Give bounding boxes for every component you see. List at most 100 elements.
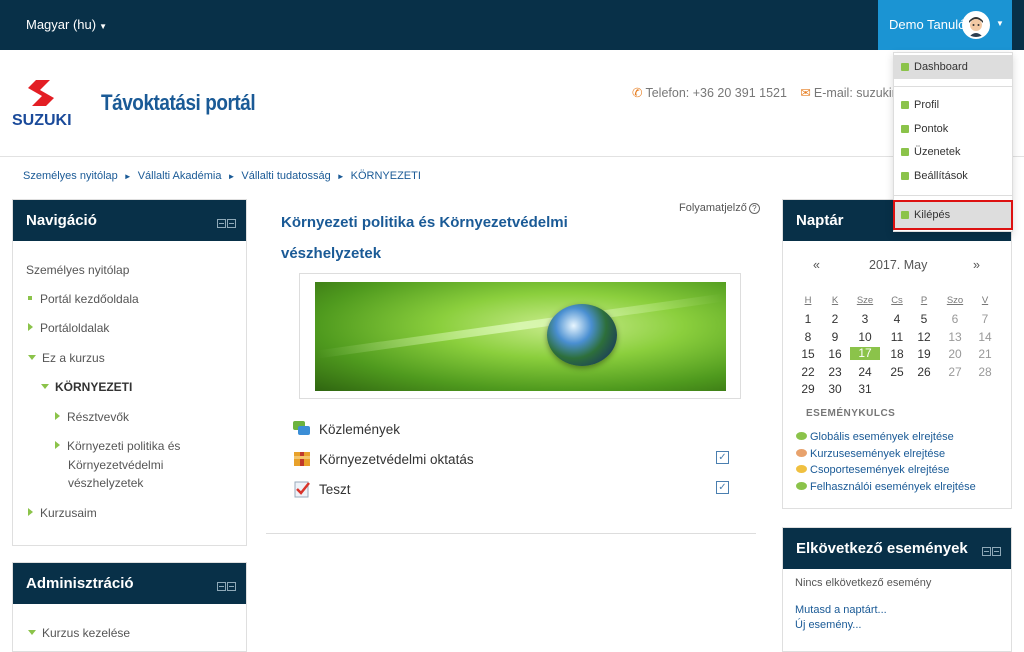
- site-title[interactable]: Távoktatási portál: [101, 90, 256, 116]
- calendar-day[interactable]: 1: [797, 312, 819, 326]
- calendar-day[interactable]: 15: [797, 347, 819, 361]
- block-controls-icon[interactable]: [981, 543, 1001, 556]
- event-toggle-label: Csoportesemények elrejtése: [810, 464, 950, 476]
- calendar-day[interactable]: 31: [854, 382, 876, 396]
- calendar-day[interactable]: 12: [913, 330, 935, 344]
- menu-item-label: Kilépés: [914, 209, 951, 221]
- expand-arrow-icon: [55, 441, 60, 449]
- nav-item-participants[interactable]: Résztvevők: [55, 410, 129, 424]
- breadcrumb-item[interactable]: KÖRNYEZETI: [351, 170, 421, 182]
- language-label: Magyar (hu): [26, 17, 97, 32]
- calendar-day[interactable]: 19: [913, 347, 935, 361]
- calendar-day[interactable]: 27: [944, 365, 966, 379]
- progress-label-text: Folyamatjelző: [679, 202, 747, 214]
- calendar-day[interactable]: 11: [886, 330, 908, 344]
- calendar-day[interactable]: 20: [944, 347, 966, 361]
- logout-icon: [901, 211, 909, 219]
- calendar-day[interactable]: 28: [974, 365, 996, 379]
- event-toggle-label: Kurzusesemények elrejtése: [810, 447, 946, 460]
- menu-item-profile[interactable]: Profil: [894, 93, 1012, 117]
- activity-label: Környezetvédelmi oktatás: [319, 452, 474, 467]
- breadcrumb-item[interactable]: Vállalti tudatosság: [241, 170, 330, 182]
- nav-item-section-line[interactable]: Környezetvédelmi: [68, 458, 163, 472]
- event-toggle-link[interactable]: Felhasználói események elrejtése: [796, 481, 976, 493]
- breadcrumb: Személyes nyitólap ► Vállalti Akadémia ► Vál…: [23, 170, 421, 182]
- menu-item-logout[interactable]: Kilépés: [893, 200, 1013, 230]
- new-event-link[interactable]: Új esemény...: [795, 619, 861, 631]
- activity-package[interactable]: Környezetvédelmi oktatás: [293, 450, 474, 468]
- menu-item-grades[interactable]: Pontok: [894, 117, 1012, 141]
- activity-quiz[interactable]: Teszt: [293, 480, 351, 498]
- calendar-day-today[interactable]: 17: [850, 347, 880, 361]
- calendar-day[interactable]: 21: [974, 347, 996, 361]
- calendar-day[interactable]: 14: [974, 330, 996, 344]
- language-menu[interactable]: Magyar (hu) ▼: [26, 17, 107, 32]
- calendar-day[interactable]: 8: [797, 330, 819, 344]
- event-toggle-link[interactable]: Csoportesemények elrejtése: [796, 464, 949, 476]
- caret-down-icon: ▼: [99, 22, 107, 31]
- calendar-day[interactable]: 13: [944, 330, 966, 344]
- breadcrumb-item[interactable]: Személyes nyitólap: [23, 170, 118, 182]
- avatar: [962, 11, 990, 39]
- package-icon: [293, 450, 311, 468]
- block-controls-icon[interactable]: [216, 215, 236, 228]
- nav-item-section-line[interactable]: vészhelyzetek: [68, 476, 143, 490]
- calendar-day[interactable]: 24: [854, 365, 876, 379]
- suzuki-logo[interactable]: SUZUKI: [12, 78, 86, 130]
- menu-item-messages[interactable]: Üzenetek: [894, 140, 1012, 164]
- menu-item-preferences[interactable]: Beállítások: [894, 164, 1012, 188]
- user-menu-toggle[interactable]: Demo Tanuló ▼: [878, 0, 1012, 50]
- calendar-month-label[interactable]: 2017. May: [869, 258, 927, 272]
- nav-item-site-home[interactable]: Portál kezdőoldala: [28, 292, 139, 306]
- nav-item-section[interactable]: Környezeti politika és: [55, 439, 180, 453]
- nav-item-label: Környezeti politika és: [67, 439, 181, 453]
- calendar-day[interactable]: 18: [886, 347, 908, 361]
- nav-item-my-courses[interactable]: Kurzusaim: [28, 506, 97, 520]
- calendar-day[interactable]: 7: [974, 312, 996, 326]
- calendar-day[interactable]: 22: [797, 365, 819, 379]
- breadcrumb-separator-icon: ►: [227, 172, 236, 181]
- calendar-day[interactable]: 26: [913, 365, 935, 379]
- calendar-prev-button[interactable]: «: [813, 258, 820, 272]
- administration-block-header: Adminisztráció: [13, 563, 246, 604]
- section-divider: [266, 533, 756, 534]
- completion-checkbox[interactable]: ✓: [716, 481, 729, 494]
- calendar-next-button[interactable]: »: [973, 258, 980, 272]
- nav-item-dashboard[interactable]: Személyes nyitólap: [26, 263, 129, 277]
- eye-icon: [796, 448, 807, 457]
- calendar-day[interactable]: 10: [854, 330, 876, 344]
- calendar-day[interactable]: 3: [854, 312, 876, 326]
- event-key-title: ESEMÉNYKULCS: [806, 408, 896, 419]
- nav-item-current-course[interactable]: KÖRNYEZETI: [41, 380, 132, 394]
- calendar-day[interactable]: 6: [944, 312, 966, 326]
- calendar-title: Naptár: [796, 212, 844, 229]
- calendar-day[interactable]: 23: [824, 365, 846, 379]
- calendar-day[interactable]: 16: [824, 347, 846, 361]
- nav-item-site-pages[interactable]: Portáloldalak: [28, 321, 109, 335]
- activity-forum[interactable]: Közlemények: [293, 420, 400, 438]
- nav-item-course-admin[interactable]: Kurzus kezelése: [28, 626, 130, 640]
- top-navbar: Magyar (hu) ▼ Demo Tanuló ▼: [0, 0, 1024, 50]
- menu-item-dashboard[interactable]: Dashboard: [894, 55, 1012, 79]
- go-to-calendar-link[interactable]: Mutasd a naptárt...: [795, 604, 887, 616]
- calendar-day[interactable]: 5: [913, 312, 935, 326]
- breadcrumb-item[interactable]: Vállalti Akadémia: [138, 170, 222, 182]
- block-controls-icon[interactable]: [216, 578, 236, 591]
- calendar-day[interactable]: 9: [824, 330, 846, 344]
- event-toggle-link[interactable]: Globális események elrejtése: [796, 431, 954, 443]
- calendar-weekday: K: [831, 295, 839, 306]
- banner-image: [315, 282, 726, 391]
- event-toggle-link[interactable]: Kurzusesemények elrejtése: [796, 448, 945, 460]
- calendar-day[interactable]: 4: [886, 312, 908, 326]
- calendar-day[interactable]: 2: [824, 312, 846, 326]
- nav-item-label: Kurzus kezelése: [42, 626, 131, 640]
- calendar-day[interactable]: 30: [824, 382, 846, 396]
- calendar-day[interactable]: 29: [797, 382, 819, 396]
- nav-item-this-course[interactable]: Ez a kurzus: [28, 351, 105, 365]
- help-icon[interactable]: ?: [748, 203, 760, 214]
- upcoming-events-block: Elkövetkező események: [782, 527, 1012, 652]
- completion-checkbox[interactable]: ✓: [716, 451, 729, 464]
- nav-item-label: Résztvevők: [67, 410, 130, 424]
- upcoming-block-header: Elkövetkező események: [783, 528, 1011, 569]
- calendar-day[interactable]: 25: [886, 365, 908, 379]
